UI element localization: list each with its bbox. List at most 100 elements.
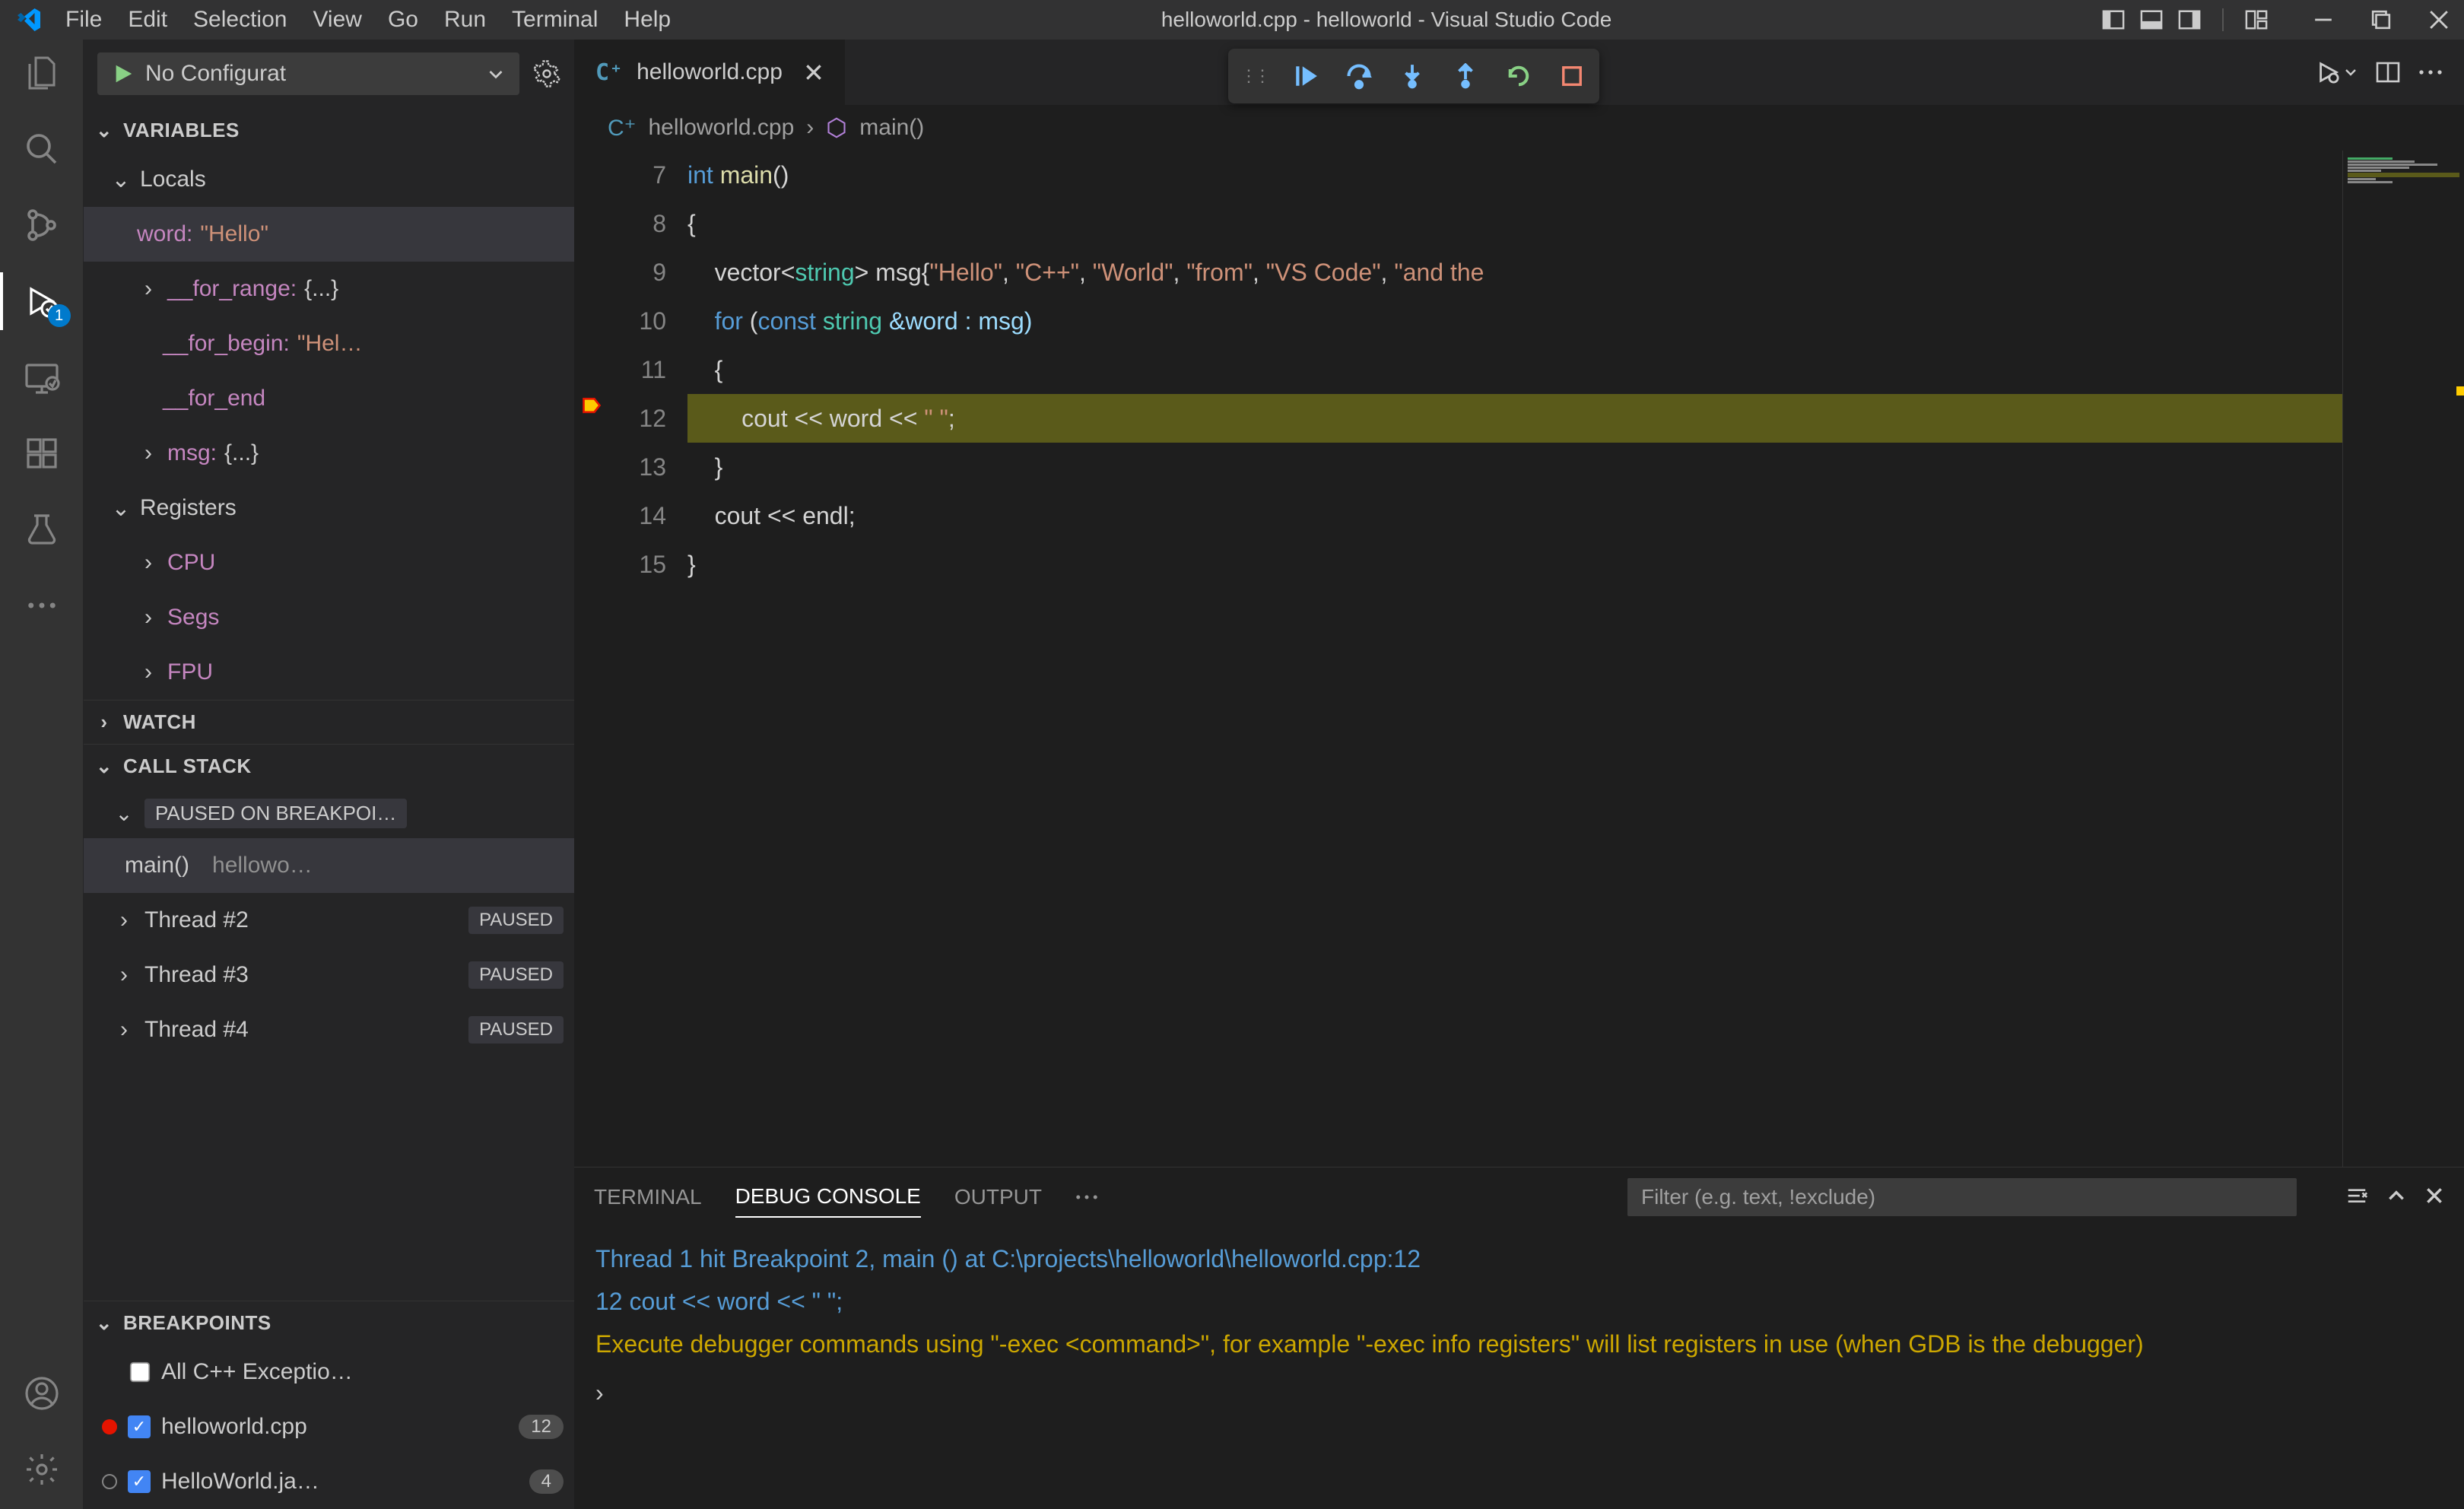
menu-view[interactable]: View [313,7,361,33]
reg-segs[interactable]: › Segs [84,590,574,645]
breadcrumb-symbol[interactable]: main() [859,115,924,141]
menu-file[interactable]: File [65,7,102,33]
console-filter-input[interactable]: Filter (e.g. text, !exclude) [1627,1178,2297,1216]
reg-cpu[interactable]: › CPU [84,535,574,590]
callstack-paused[interactable]: ⌄ PAUSED ON BREAKPOI… [84,788,574,838]
testing-icon[interactable] [21,508,63,551]
scope-registers[interactable]: ⌄ Registers [84,481,574,535]
more-icon[interactable] [21,584,63,627]
thread-item[interactable]: › Thread #2 PAUSED [84,893,574,948]
step-over-icon[interactable] [1344,61,1374,91]
close-icon[interactable] [2429,10,2449,30]
more-actions-icon[interactable] [2418,68,2443,76]
token: vector [687,259,781,286]
console-line: Thread 1 hit Breakpoint 2, main () at C:… [595,1237,2443,1280]
toggle-secondary-sidebar-icon[interactable] [2178,8,2201,31]
stack-frame[interactable]: main() hellowo… [84,838,574,893]
var-for-end[interactable]: __for_end [84,371,574,426]
minimize-icon[interactable] [2313,10,2333,30]
config-name: No Configurat [145,61,476,87]
checkbox-checked-icon[interactable]: ✓ [128,1415,151,1438]
panel: TERMINAL DEBUG CONSOLE OUTPUT Filter (e.… [574,1167,2464,1509]
maximize-icon[interactable] [2371,10,2391,30]
code-editor[interactable]: 7 8 9 10 11 12 13 14 15 int main() { vec… [574,151,2464,1167]
settings-gear-icon[interactable] [21,1448,63,1491]
var-for-range[interactable]: › __for_range: {...} [84,262,574,316]
clear-console-icon[interactable] [2345,1186,2368,1209]
menu-edit[interactable]: Edit [128,7,167,33]
continue-icon[interactable] [1291,61,1321,91]
toggle-primary-sidebar-icon[interactable] [2102,8,2125,31]
var-for-begin[interactable]: __for_begin: "Hel… [84,316,574,371]
step-into-icon[interactable] [1397,61,1427,91]
step-out-icon[interactable] [1450,61,1481,91]
line-number: 8 [600,199,666,248]
chevron-right-icon: › [137,659,160,685]
minimap[interactable] [2342,151,2464,1167]
config-gear-icon[interactable] [533,60,560,87]
var-msg[interactable]: › msg: {...} [84,426,574,481]
search-icon[interactable] [21,128,63,170]
stop-icon[interactable] [1557,61,1587,91]
start-debug-icon[interactable] [112,62,135,85]
breadcrumb-file[interactable]: helloworld.cpp [649,115,795,141]
chevron-right-icon: › [137,605,160,631]
run-debug-icon[interactable]: 1 [21,280,63,322]
section-watch[interactable]: › WATCH [84,700,574,744]
split-editor-icon[interactable] [2376,60,2400,84]
more-icon[interactable] [1075,1193,1098,1201]
remote-explorer-icon[interactable] [21,356,63,399]
chevron-down-icon: ⌄ [93,754,116,778]
source-control-icon[interactable] [21,204,63,246]
menu-run[interactable]: Run [444,7,486,33]
section-breakpoints[interactable]: ⌄ BREAKPOINTS [84,1301,574,1345]
checkbox-unchecked-icon[interactable] [129,1361,151,1383]
bp-item[interactable]: ✓ HelloWorld.ja… 4 [84,1454,574,1509]
toggle-panel-icon[interactable] [2140,8,2163,31]
chevron-down-icon: ⌄ [93,1311,116,1335]
extensions-icon[interactable] [21,432,63,475]
console-prompt[interactable]: › [595,1371,2443,1414]
customize-layout-icon[interactable] [2245,8,2268,31]
thread-item[interactable]: › Thread #4 PAUSED [84,1002,574,1057]
token: "Hello" [929,259,1002,286]
panel-tab-terminal[interactable]: TERMINAL [594,1177,702,1217]
scope-locals[interactable]: ⌄ Locals [84,152,574,207]
bp-item[interactable]: ✓ helloworld.cpp 12 [84,1399,574,1454]
bp-all-exceptions[interactable]: All C++ Exceptio… [84,1345,574,1399]
menu-go[interactable]: Go [388,7,418,33]
debug-toolbar[interactable]: ⋮⋮ [1228,49,1599,103]
panel-tab-output[interactable]: OUTPUT [954,1177,1042,1217]
breadcrumb[interactable]: C⁺ helloworld.cpp › main() [574,105,2464,151]
restart-icon[interactable] [1503,61,1534,91]
layout-controls [2102,8,2268,31]
chevron-right-icon: › [113,907,135,933]
token: "C++" [1016,259,1079,286]
panel-tabs: TERMINAL DEBUG CONSOLE OUTPUT Filter (e.… [574,1167,2464,1227]
close-tab-icon[interactable] [804,62,824,82]
drag-handle-icon[interactable]: ⋮⋮ [1240,66,1268,86]
menu-selection[interactable]: Selection [193,7,287,33]
code-content[interactable]: int main() { vector<string> msg{"Hello",… [687,151,2342,1167]
maximize-panel-icon[interactable] [2386,1186,2406,1209]
line-numbers: 7 8 9 10 11 12 13 14 15 [600,151,687,1167]
run-play-icon[interactable] [2316,61,2358,84]
token: "from" [1186,259,1253,286]
thread-item[interactable]: › Thread #3 PAUSED [84,948,574,1002]
debug-console-output[interactable]: Thread 1 hit Breakpoint 2, main () at C:… [574,1227,2464,1509]
checkbox-checked-icon[interactable]: ✓ [128,1470,151,1493]
section-variables[interactable]: ⌄ VARIABLES [84,108,574,152]
chevron-right-icon: › [806,115,814,141]
var-word[interactable]: word: "Hello" [84,207,574,262]
explorer-icon[interactable] [21,52,63,94]
line-number: 10 [600,297,666,345]
accounts-icon[interactable] [21,1372,63,1415]
close-panel-icon[interactable] [2424,1186,2444,1209]
menu-help[interactable]: Help [624,7,671,33]
reg-fpu[interactable]: › FPU [84,645,574,700]
debug-config-select[interactable]: No Configurat [97,52,519,95]
menu-terminal[interactable]: Terminal [512,7,598,33]
panel-tab-debug-console[interactable]: DEBUG CONSOLE [735,1177,921,1218]
section-callstack[interactable]: ⌄ CALL STACK [84,744,574,788]
tab-helloworld[interactable]: C⁺ helloworld.cpp [574,40,846,105]
